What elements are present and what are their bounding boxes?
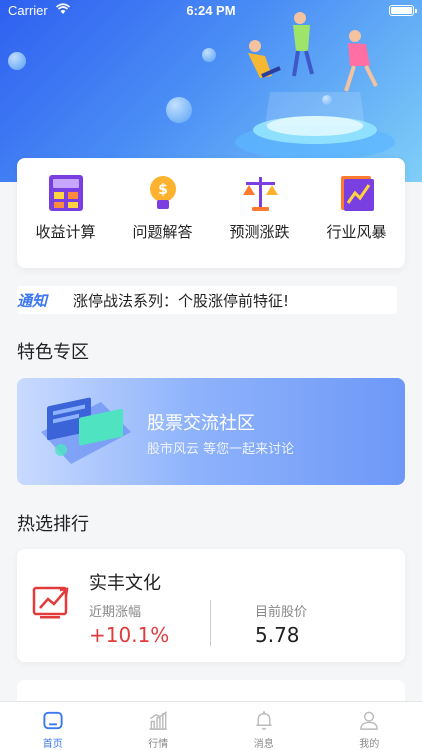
notice-text: 涨停战法系列：个股涨停前特征!: [73, 291, 290, 310]
tool-label: 预测涨跌: [229, 223, 290, 241]
tool-profit-calculator[interactable]: 收益计算: [17, 158, 114, 268]
stock-name: 实丰文化: [89, 573, 161, 594]
community-banner[interactable]: 股票交流社区 股市风云 等您一起来讨论: [17, 378, 405, 485]
bubble-decoration: [202, 48, 216, 62]
tab-market[interactable]: 行情: [106, 702, 212, 750]
battery-icon: [389, 5, 417, 16]
stock-card[interactable]: 实丰文化 近期涨幅 +10.1% 目前股价 5.78: [17, 549, 405, 662]
tab-label: 我的: [359, 739, 380, 750]
hero-banner: [0, 0, 422, 182]
community-subtitle: 股市风云 等您一起来讨论: [147, 442, 295, 457]
tab-label: 行情: [148, 739, 169, 750]
divider: [210, 600, 211, 646]
calculator-icon: [48, 175, 83, 211]
section-title-featured: 特色专区: [17, 342, 89, 363]
user-icon: [360, 711, 379, 730]
community-illustration: [41, 397, 131, 464]
price-value: 5.78: [255, 623, 300, 647]
bubble-decoration: [8, 52, 26, 70]
tool-predict[interactable]: 预测涨跌: [211, 158, 308, 268]
bulb-dollar-icon: $: [149, 176, 176, 209]
price-label: 目前股价: [255, 605, 308, 620]
tool-faq[interactable]: $ 问题解答: [114, 158, 211, 268]
svg-text:$: $: [158, 182, 168, 198]
illustration-platform: [235, 92, 395, 160]
tab-profile[interactable]: 我的: [317, 702, 422, 750]
notice-tag: 通知: [17, 291, 48, 310]
tab-label: 首页: [42, 739, 63, 750]
clock-time: 6:24 PM: [186, 3, 236, 18]
bubble-decoration: [166, 97, 192, 123]
tool-label: 行业风暴: [326, 223, 387, 241]
market-chart-icon: [149, 711, 168, 730]
change-value: +10.1%: [89, 623, 170, 647]
tab-messages[interactable]: 消息: [211, 702, 317, 750]
change-label: 近期涨幅: [89, 605, 142, 620]
section-title-hot: 热选排行: [17, 514, 89, 535]
tab-label: 消息: [253, 739, 274, 750]
tool-label: 问题解答: [132, 223, 193, 241]
notice-bar[interactable]: 通知 涨停战法系列：个股涨停前特征!: [17, 286, 397, 314]
home-icon: [43, 711, 63, 730]
bell-icon: [256, 711, 272, 730]
stock-trend-icon: [32, 586, 69, 619]
community-title: 股票交流社区: [147, 413, 255, 434]
quick-tools-card: 收益计算 $ 问题解答 预测涨跌 行业风暴: [17, 158, 405, 268]
trend-chart-icon: [340, 176, 374, 211]
tab-bar: 首页 行情 消息 我的: [0, 701, 422, 750]
tab-home[interactable]: 首页: [0, 702, 106, 750]
scale-icon: [242, 177, 278, 211]
status-bar: Carrier 6:24 PM: [0, 0, 422, 22]
tool-label: 收益计算: [35, 223, 96, 241]
tool-industry-storm[interactable]: 行业风暴: [308, 158, 405, 268]
